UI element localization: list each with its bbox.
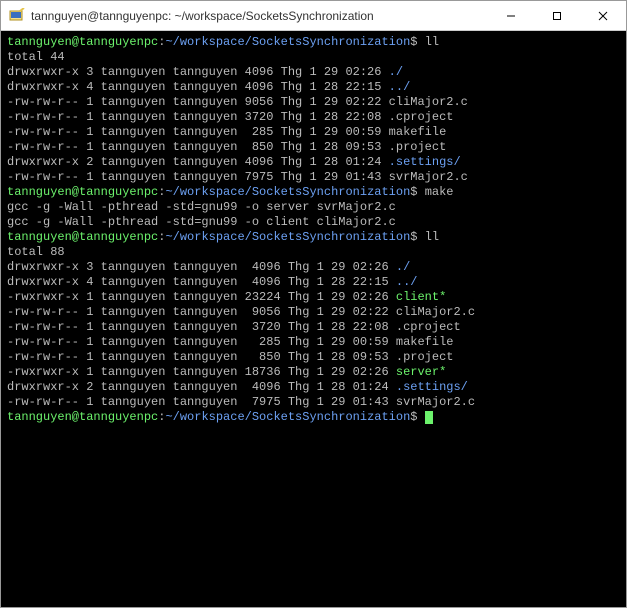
ls-row: -rw-rw-r-- 1 tannguyen tannguyen 7975 Th… — [7, 170, 620, 185]
titlebar-left: tannguyen@tannguyenpc: ~/workspace/Socke… — [9, 8, 374, 24]
ls-row: -rw-rw-r-- 1 tannguyen tannguyen 850 Thg… — [7, 140, 620, 155]
ls-filename: ./ — [396, 260, 410, 274]
gcc-output: gcc -g -Wall -pthread -std=gnu99 -o clie… — [7, 215, 620, 230]
prompt-userhost: tannguyen@tannguyenpc — [7, 230, 158, 244]
prompt-line: tannguyen@tannguyenpc:~/workspace/Socket… — [7, 185, 620, 200]
ls-row: drwxrwxr-x 3 tannguyen tannguyen 4096 Th… — [7, 65, 620, 80]
maximize-button[interactable] — [534, 1, 580, 31]
ls-filename: .cproject — [389, 110, 454, 124]
ls-row: -rw-rw-r-- 1 tannguyen tannguyen 850 Thg… — [7, 350, 620, 365]
prompt-path: ~/workspace/SocketsSynchronization — [165, 35, 410, 49]
ls-row: drwxrwxr-x 3 tannguyen tannguyen 4096 Th… — [7, 260, 620, 275]
terminal[interactable]: tannguyen@tannguyenpc:~/workspace/Socket… — [1, 31, 626, 607]
command: ll — [425, 35, 439, 49]
ls-row: -rw-rw-r-- 1 tannguyen tannguyen 3720 Th… — [7, 320, 620, 335]
ls-row: -rwxrwxr-x 1 tannguyen tannguyen 18736 T… — [7, 365, 620, 380]
ls-row: drwxrwxr-x 2 tannguyen tannguyen 4096 Th… — [7, 380, 620, 395]
prompt-userhost: tannguyen@tannguyenpc — [7, 410, 158, 424]
ls-filename: makefile — [389, 125, 447, 139]
ls-filename: cliMajor2.c — [389, 95, 468, 109]
ls-filename: .project — [396, 350, 454, 364]
command: make — [425, 185, 454, 199]
prompt-line: tannguyen@tannguyenpc:~/workspace/Socket… — [7, 410, 620, 425]
window-title: tannguyen@tannguyenpc: ~/workspace/Socke… — [31, 9, 374, 23]
ls-filename: makefile — [396, 335, 454, 349]
close-button[interactable] — [580, 1, 626, 31]
titlebar-controls — [488, 1, 626, 30]
ls-filename: client* — [396, 290, 446, 304]
ls-filename: ../ — [389, 80, 411, 94]
minimize-button[interactable] — [488, 1, 534, 31]
prompt-path: ~/workspace/SocketsSynchronization — [165, 410, 410, 424]
ls-total: total 44 — [7, 50, 620, 65]
gcc-output: gcc -g -Wall -pthread -std=gnu99 -o serv… — [7, 200, 620, 215]
ls-row: -rw-rw-r-- 1 tannguyen tannguyen 3720 Th… — [7, 110, 620, 125]
ls-filename: ../ — [396, 275, 418, 289]
ls-filename: svrMajor2.c — [389, 170, 468, 184]
prompt-userhost: tannguyen@tannguyenpc — [7, 35, 158, 49]
ls-row: -rwxrwxr-x 1 tannguyen tannguyen 23224 T… — [7, 290, 620, 305]
ls-filename: server* — [396, 365, 446, 379]
cursor — [425, 411, 433, 424]
ls-total: total 88 — [7, 245, 620, 260]
prompt-path: ~/workspace/SocketsSynchronization — [165, 185, 410, 199]
ls-filename: .cproject — [396, 320, 461, 334]
titlebar[interactable]: tannguyen@tannguyenpc: ~/workspace/Socke… — [1, 1, 626, 31]
prompt-line: tannguyen@tannguyenpc:~/workspace/Socket… — [7, 35, 620, 50]
ls-row: -rw-rw-r-- 1 tannguyen tannguyen 285 Thg… — [7, 125, 620, 140]
ls-filename: .settings/ — [396, 380, 468, 394]
ls-filename: cliMajor2.c — [396, 305, 475, 319]
ls-row: drwxrwxr-x 4 tannguyen tannguyen 4096 Th… — [7, 80, 620, 95]
ls-row: -rw-rw-r-- 1 tannguyen tannguyen 7975 Th… — [7, 395, 620, 410]
prompt-path: ~/workspace/SocketsSynchronization — [165, 230, 410, 244]
ls-row: drwxrwxr-x 4 tannguyen tannguyen 4096 Th… — [7, 275, 620, 290]
ls-filename: svrMajor2.c — [396, 395, 475, 409]
ls-row: drwxrwxr-x 2 tannguyen tannguyen 4096 Th… — [7, 155, 620, 170]
command: ll — [425, 230, 439, 244]
prompt-line: tannguyen@tannguyenpc:~/workspace/Socket… — [7, 230, 620, 245]
ls-filename: ./ — [389, 65, 403, 79]
ls-filename: .project — [389, 140, 447, 154]
putty-icon — [9, 8, 25, 24]
ls-row: -rw-rw-r-- 1 tannguyen tannguyen 9056 Th… — [7, 305, 620, 320]
prompt-userhost: tannguyen@tannguyenpc — [7, 185, 158, 199]
ls-row: -rw-rw-r-- 1 tannguyen tannguyen 9056 Th… — [7, 95, 620, 110]
ls-filename: .settings/ — [389, 155, 461, 169]
ls-row: -rw-rw-r-- 1 tannguyen tannguyen 285 Thg… — [7, 335, 620, 350]
